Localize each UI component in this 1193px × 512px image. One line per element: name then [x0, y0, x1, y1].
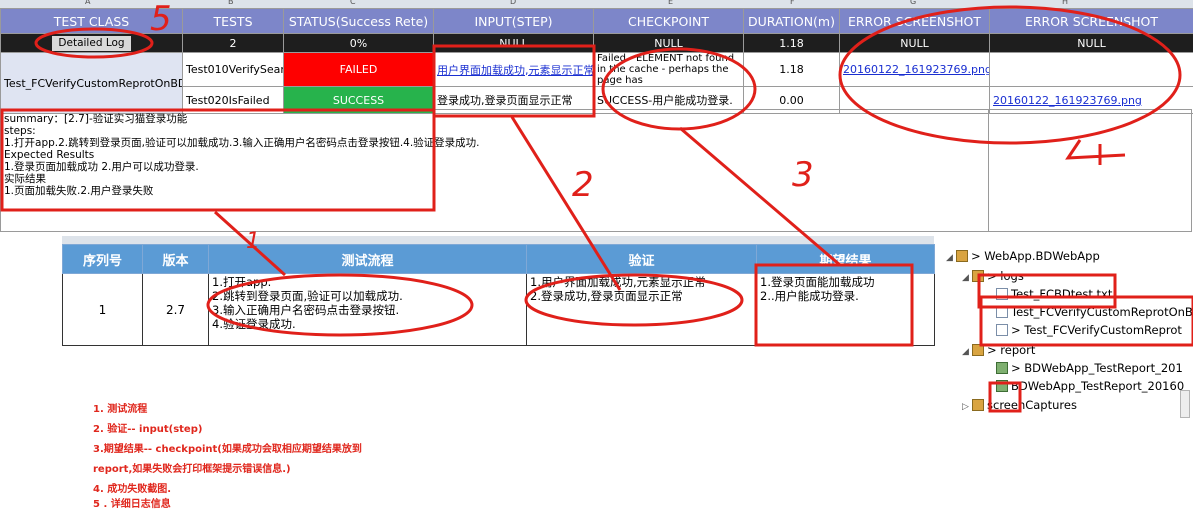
annotation-rect	[979, 275, 1115, 307]
annotation-ellipse	[208, 275, 472, 335]
annotation-rect	[981, 297, 1193, 345]
annotation-ellipse	[526, 275, 742, 325]
annotation-rect	[756, 265, 912, 345]
annotation-number-5: 5	[150, 0, 172, 39]
annotation-rect	[990, 383, 1020, 411]
annotation-ellipse	[36, 29, 152, 57]
annotation-number-1: 1	[246, 229, 260, 254]
annotation-number-3: 3	[792, 155, 814, 195]
annotation-number-4: 4	[1128, 163, 1129, 166]
annotation-rect	[434, 46, 594, 116]
annotation-overlay: 5 2 3 1 4	[0, 0, 1193, 511]
annotation-line	[512, 117, 620, 290]
annotation-stroke	[1068, 140, 1125, 165]
annotation-rect	[2, 110, 434, 210]
annotation-number-2: 2	[572, 165, 594, 205]
annotation-ellipse	[603, 49, 755, 129]
annotation-line	[680, 128, 840, 265]
annotation-ellipse	[840, 7, 1180, 143]
